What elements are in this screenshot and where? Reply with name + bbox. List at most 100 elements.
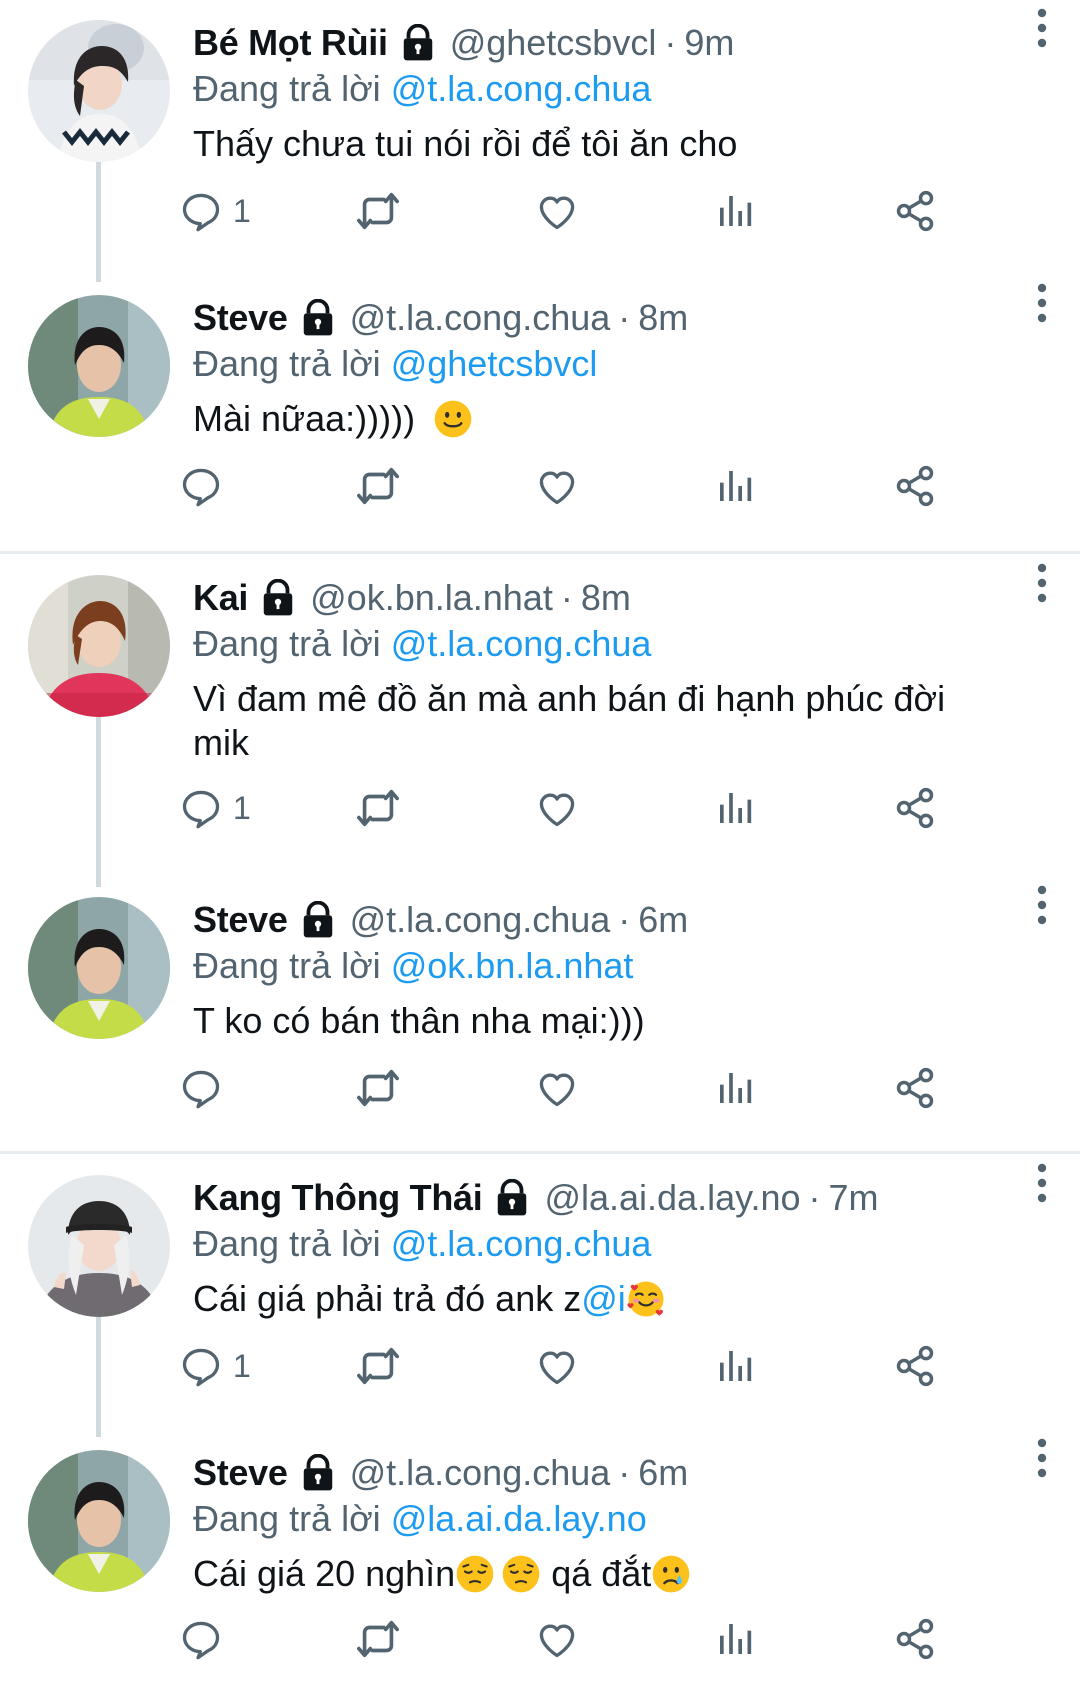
timestamp[interactable]: 7m xyxy=(829,1177,879,1219)
tweet-content: Kang Thông Thái @la.ai.da.lay.no · 7m Đa… xyxy=(193,1175,1050,1321)
reply-icon xyxy=(179,464,223,508)
user-handle[interactable]: @t.la.cong.chua xyxy=(350,297,611,339)
share-button[interactable] xyxy=(893,1341,937,1391)
smiling-face-with-hearts-icon xyxy=(626,1279,666,1319)
reply-button[interactable] xyxy=(179,1063,233,1113)
like-button[interactable] xyxy=(535,1063,579,1113)
analytics-button[interactable] xyxy=(715,1341,755,1391)
display-name[interactable]: Bé Mọt Rùii xyxy=(193,22,388,64)
more-options-icon[interactable] xyxy=(1032,563,1052,603)
tweet-text: Thấy chưa tui nói rồi để tôi ăn cho xyxy=(193,122,1050,166)
display-name[interactable]: Steve xyxy=(193,297,288,339)
share-button[interactable] xyxy=(893,783,937,833)
tweet-header: Steve @t.la.cong.chua · 6m xyxy=(193,1450,1050,1496)
user-handle[interactable]: @t.la.cong.chua xyxy=(350,1452,611,1494)
timestamp[interactable]: 6m xyxy=(638,1452,688,1494)
like-button[interactable] xyxy=(535,1614,579,1664)
analytics-icon xyxy=(715,1619,755,1659)
share-button[interactable] xyxy=(893,1614,937,1664)
reply-button[interactable] xyxy=(179,1614,233,1664)
inline-mention-link[interactable]: @i xyxy=(581,1278,626,1319)
action-bar: 1 xyxy=(193,783,1033,833)
reply-mention-link[interactable]: @t.la.cong.chua xyxy=(391,68,652,109)
retweet-button[interactable] xyxy=(355,1063,401,1113)
timestamp[interactable]: 8m xyxy=(638,297,688,339)
retweet-button[interactable] xyxy=(355,461,401,511)
share-icon xyxy=(893,189,937,233)
tweet-text-content: Cái giá 20 nghìn xyxy=(193,1553,456,1594)
tweet[interactable]: Steve @t.la.cong.chua · 8m Đang trả lời … xyxy=(0,275,1080,545)
avatar[interactable] xyxy=(28,1450,170,1592)
share-icon xyxy=(893,1066,937,1110)
retweet-button[interactable] xyxy=(355,783,401,833)
pensive-face-icon xyxy=(501,1554,541,1594)
analytics-button[interactable] xyxy=(715,783,755,833)
replying-prefix: Đang trả lời xyxy=(193,68,381,109)
thread-line xyxy=(96,717,101,887)
user-handle[interactable]: @ghetcsbvcl xyxy=(450,22,657,64)
reply-button[interactable] xyxy=(179,461,233,511)
timestamp[interactable]: 6m xyxy=(638,899,688,941)
like-button[interactable] xyxy=(535,461,579,511)
reply-mention-link[interactable]: @t.la.cong.chua xyxy=(391,623,652,664)
avatar[interactable] xyxy=(28,1175,170,1317)
reply-mention-link[interactable]: @la.ai.da.lay.no xyxy=(391,1498,647,1539)
user-handle[interactable]: @t.la.cong.chua xyxy=(350,899,611,941)
more-options-icon[interactable] xyxy=(1032,8,1052,48)
display-name[interactable]: Steve xyxy=(193,1452,288,1494)
tweet[interactable]: Steve @t.la.cong.chua · 6m Đang trả lời … xyxy=(0,1430,1080,1700)
tweet-header: Bé Mọt Rùii @ghetcsbvcl · 9m xyxy=(193,20,1050,66)
reply-mention-link[interactable]: @t.la.cong.chua xyxy=(391,1223,652,1264)
avatar[interactable] xyxy=(28,295,170,437)
tweet-text-line: Vì đam mê đồ ăn mà anh bán đi hạnh phúc … xyxy=(193,678,946,719)
replying-prefix: Đang trả lời xyxy=(193,1498,381,1539)
more-options-icon[interactable] xyxy=(1032,1163,1052,1203)
separator-dot: · xyxy=(618,297,631,338)
more-options-icon[interactable] xyxy=(1032,885,1052,925)
analytics-button[interactable] xyxy=(715,1614,755,1664)
retweet-button[interactable] xyxy=(355,186,401,236)
analytics-button[interactable] xyxy=(715,461,755,511)
retweet-button[interactable] xyxy=(355,1341,401,1391)
timestamp[interactable]: 9m xyxy=(684,22,734,64)
action-bar xyxy=(193,1614,1033,1664)
timestamp[interactable]: 8m xyxy=(581,577,631,619)
reply-button[interactable]: 1 xyxy=(179,1341,251,1391)
reply-icon xyxy=(179,1344,223,1388)
like-button[interactable] xyxy=(535,1341,579,1391)
avatar[interactable] xyxy=(28,20,170,162)
reply-button[interactable]: 1 xyxy=(179,186,251,236)
share-icon xyxy=(893,1617,937,1661)
like-button[interactable] xyxy=(535,186,579,236)
avatar[interactable] xyxy=(28,575,170,717)
tweet[interactable]: Steve @t.la.cong.chua · 6m Đang trả lời … xyxy=(0,877,1080,1147)
action-bar: 1 xyxy=(193,1341,1033,1391)
analytics-button[interactable] xyxy=(715,186,755,236)
tweet[interactable]: Kai @ok.bn.la.nhat · 8m Đang trả lời @t.… xyxy=(0,555,1080,887)
reply-mention-link[interactable]: @ok.bn.la.nhat xyxy=(391,945,634,986)
more-options-icon[interactable] xyxy=(1032,283,1052,323)
tweet[interactable]: Bé Mọt Rùii @ghetcsbvcl · 9m Đang trả lờ… xyxy=(0,0,1080,282)
share-button[interactable] xyxy=(893,1063,937,1113)
analytics-button[interactable] xyxy=(715,1063,755,1113)
display-name[interactable]: Steve xyxy=(193,899,288,941)
reply-icon xyxy=(179,786,223,830)
reply-mention-link[interactable]: @ghetcsbvcl xyxy=(391,343,598,384)
more-options-icon[interactable] xyxy=(1032,1438,1052,1478)
retweet-icon xyxy=(355,1343,401,1389)
display-name[interactable]: Kai xyxy=(193,577,248,619)
tweet[interactable]: Kang Thông Thái @la.ai.da.lay.no · 7m Đa… xyxy=(0,1155,1080,1437)
user-handle[interactable]: @ok.bn.la.nhat xyxy=(310,577,553,619)
share-button[interactable] xyxy=(893,186,937,236)
reply-button[interactable]: 1 xyxy=(179,783,251,833)
conversation-divider xyxy=(0,1151,1080,1154)
tweet-content: Bé Mọt Rùii @ghetcsbvcl · 9m Đang trả lờ… xyxy=(193,20,1050,166)
share-button[interactable] xyxy=(893,461,937,511)
tweet-text-content: qá đắt xyxy=(541,1553,652,1594)
replying-prefix: Đang trả lời xyxy=(193,623,381,664)
like-button[interactable] xyxy=(535,783,579,833)
display-name[interactable]: Kang Thông Thái xyxy=(193,1177,483,1219)
user-handle[interactable]: @la.ai.da.lay.no xyxy=(544,1177,800,1219)
avatar[interactable] xyxy=(28,897,170,1039)
retweet-button[interactable] xyxy=(355,1614,401,1664)
